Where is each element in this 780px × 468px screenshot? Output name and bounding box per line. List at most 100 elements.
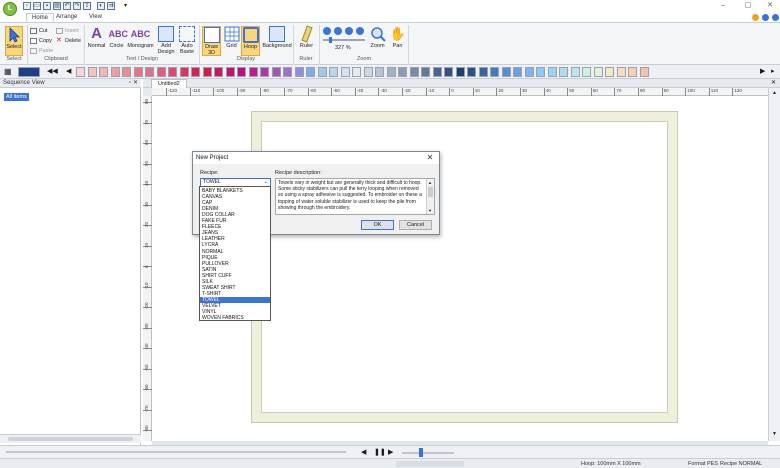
- pause-icon[interactable]: ❚❚: [374, 448, 386, 456]
- color-swatch[interactable]: [260, 67, 269, 77]
- color-swatch[interactable]: [409, 67, 419, 77]
- step-back-icon[interactable]: ◀: [361, 448, 366, 456]
- copy-button[interactable]: Copy: [30, 37, 52, 45]
- zoom-fit-icon[interactable]: [356, 27, 364, 35]
- delete-button[interactable]: ✕ Delete: [56, 37, 81, 45]
- paste-button[interactable]: Paste: [30, 47, 53, 55]
- recipe-option[interactable]: WOVEN FABRICS: [200, 315, 270, 321]
- send-icon[interactable]: ⇪: [83, 2, 91, 10]
- info-icon[interactable]: [762, 14, 769, 21]
- color-swatch[interactable]: [559, 67, 568, 77]
- color-swatch[interactable]: [570, 67, 580, 77]
- tab-arrange[interactable]: Arrange: [51, 13, 82, 22]
- palette-next-icon[interactable]: ▶: [760, 67, 765, 77]
- hoop-button[interactable]: Hoop: [241, 26, 260, 56]
- close-document-icon[interactable]: ✕: [771, 79, 776, 86]
- color-swatch[interactable]: [156, 67, 166, 77]
- maximize-button[interactable]: ▢: [743, 1, 753, 11]
- speed-slider-thumb[interactable]: [419, 448, 423, 457]
- color-swatch[interactable]: [18, 67, 40, 77]
- export-icon[interactable]: ⇉: [107, 2, 115, 10]
- insert-button[interactable]: Insert: [56, 27, 79, 35]
- color-swatch[interactable]: [513, 67, 522, 77]
- color-swatch[interactable]: [432, 67, 442, 77]
- color-swatch[interactable]: [248, 67, 258, 77]
- color-swatch[interactable]: [214, 67, 223, 77]
- color-swatch[interactable]: [317, 67, 327, 77]
- stitch-slider[interactable]: [6, 451, 346, 453]
- color-swatch[interactable]: [237, 67, 246, 77]
- color-swatch[interactable]: [122, 67, 131, 77]
- pan-button[interactable]: ✋ Pan: [389, 26, 406, 56]
- color-swatch[interactable]: [225, 67, 235, 77]
- undo-icon[interactable]: ↶: [63, 2, 71, 10]
- color-swatch[interactable]: [616, 67, 626, 77]
- scroll-up-icon[interactable]: ▲: [428, 180, 432, 186]
- print-icon[interactable]: ▤: [53, 2, 61, 10]
- redo-icon[interactable]: ↷: [73, 2, 81, 10]
- color-swatch[interactable]: [191, 67, 200, 77]
- color-swatch[interactable]: [386, 67, 396, 77]
- color-swatch[interactable]: [110, 67, 120, 77]
- palette-more-icon[interactable]: ▸: [771, 67, 775, 77]
- minimize-button[interactable]: –: [718, 1, 728, 11]
- speed-slider[interactable]: [402, 452, 454, 454]
- zoom-2-icon[interactable]: [334, 27, 342, 35]
- color-swatch[interactable]: [421, 67, 430, 77]
- close-window-button[interactable]: ✕: [765, 1, 775, 11]
- normal-text-button[interactable]: A Normal: [87, 26, 106, 56]
- color-swatch[interactable]: [467, 67, 476, 77]
- color-swatch[interactable]: [145, 67, 154, 77]
- zoom-button[interactable]: Zoom: [368, 26, 387, 56]
- ok-button[interactable]: OK: [361, 220, 394, 230]
- color-swatch[interactable]: [283, 67, 292, 77]
- color-swatch[interactable]: [76, 67, 85, 77]
- zoom-slider-thumb[interactable]: [329, 37, 332, 43]
- color-swatch[interactable]: [501, 67, 511, 77]
- sequence-horizontal-scrollbar[interactable]: [0, 434, 141, 443]
- monogram-button[interactable]: ABC Monogram: [127, 26, 154, 56]
- color-swatch[interactable]: [524, 67, 534, 77]
- scroll-down-icon[interactable]: ▼: [428, 208, 432, 214]
- color-swatch[interactable]: [478, 67, 488, 77]
- tab-home[interactable]: Home: [26, 13, 55, 22]
- help-icon[interactable]: [752, 14, 759, 21]
- options-icon[interactable]: [772, 14, 779, 21]
- auto-baste-button[interactable]: Auto Baste: [178, 26, 196, 56]
- color-swatch[interactable]: [87, 67, 97, 77]
- color-swatch[interactable]: [271, 67, 281, 77]
- close-panel-icon[interactable]: ✕: [133, 79, 138, 88]
- draw-3d-button[interactable]: Draw 3D: [202, 26, 221, 56]
- grid-button[interactable]: Grid: [223, 26, 240, 56]
- color-swatch[interactable]: [398, 67, 407, 77]
- tab-view[interactable]: View: [84, 13, 107, 22]
- color-swatch[interactable]: [363, 67, 373, 77]
- color-swatch[interactable]: [375, 67, 384, 77]
- ruler-button[interactable]: Ruler: [297, 25, 316, 56]
- color-swatch[interactable]: [536, 67, 545, 77]
- dialog-close-button[interactable]: ✕: [425, 153, 435, 163]
- add-design-button[interactable]: Add Design: [157, 26, 175, 56]
- scroll-down-icon[interactable]: ▼: [772, 431, 777, 437]
- color-icon[interactable]: ◐: [97, 2, 105, 10]
- background-button[interactable]: Background: [262, 26, 292, 56]
- color-swatch[interactable]: [168, 67, 177, 77]
- vertical-scrollbar[interactable]: ▲ ▼: [768, 88, 780, 441]
- color-swatch[interactable]: [455, 67, 465, 77]
- scroll-thumb[interactable]: [8, 437, 133, 441]
- color-swatch[interactable]: [639, 67, 649, 77]
- cancel-button[interactable]: Cancel: [399, 220, 432, 230]
- play-icon[interactable]: ▶: [388, 448, 393, 456]
- document-tab[interactable]: Untitled2: [151, 79, 187, 88]
- scroll-thumb[interactable]: [428, 187, 433, 197]
- color-swatch[interactable]: [306, 67, 315, 77]
- color-swatch[interactable]: [582, 67, 591, 77]
- save-icon[interactable]: ▪: [43, 2, 51, 10]
- cut-button[interactable]: Cut: [30, 27, 48, 35]
- select-button[interactable]: Select: [5, 26, 23, 56]
- color-swatch[interactable]: [329, 67, 338, 77]
- circle-text-button[interactable]: ABC Circle: [108, 26, 129, 56]
- zoom-3-icon[interactable]: [345, 27, 353, 35]
- color-swatch[interactable]: [179, 67, 189, 77]
- color-swatch[interactable]: [547, 67, 557, 77]
